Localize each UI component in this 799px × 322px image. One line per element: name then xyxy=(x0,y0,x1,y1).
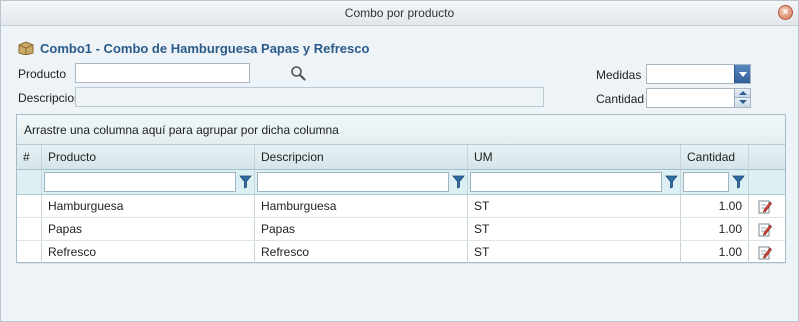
medidas-select[interactable] xyxy=(646,64,751,84)
filter-cantidad-input[interactable] xyxy=(683,172,729,192)
filter-icon[interactable] xyxy=(732,175,745,189)
row-num xyxy=(17,241,42,263)
row-descripcion: Hamburguesa xyxy=(255,195,468,217)
filter-cell-actions xyxy=(749,170,785,194)
cantidad-stepper[interactable] xyxy=(646,88,751,108)
filter-icon[interactable] xyxy=(665,175,678,189)
page-title: Combo1 - Combo de Hamburguesa Papas y Re… xyxy=(40,40,370,56)
producto-input[interactable] xyxy=(75,63,250,83)
filter-cell-num xyxy=(17,170,42,194)
row-cantidad: 1.00 xyxy=(681,218,749,240)
title-bar: Combo por producto × xyxy=(1,1,798,26)
filter-cell-um xyxy=(468,170,681,194)
row-producto: Hamburguesa xyxy=(42,195,255,217)
edit-icon[interactable] xyxy=(758,199,772,214)
filter-producto-input[interactable] xyxy=(44,172,236,192)
descripcion-label: Descripcion xyxy=(18,91,81,105)
package-icon xyxy=(18,41,34,55)
edit-icon[interactable] xyxy=(758,245,772,260)
grid-filter-row xyxy=(17,170,785,195)
column-header-cantidad[interactable]: Cantidad xyxy=(681,145,749,169)
row-descripcion: Papas xyxy=(255,218,468,240)
row-num xyxy=(17,195,42,217)
group-by-panel[interactable]: Arrastre una columna aquí para agrupar p… xyxy=(17,115,785,145)
cantidad-label: Cantidad xyxy=(596,92,645,106)
combo-dialog: Combo por producto × Combo1 - Combo de H… xyxy=(0,0,799,322)
spin-up-icon[interactable] xyxy=(734,89,750,98)
row-producto: Refresco xyxy=(42,241,255,263)
column-header-actions xyxy=(749,145,785,169)
column-header-num[interactable]: # xyxy=(17,145,42,169)
filter-cell-cantidad xyxy=(681,170,749,194)
filter-icon[interactable] xyxy=(452,175,465,189)
products-grid: Arrastre una columna aquí para agrupar p… xyxy=(16,114,786,264)
row-um: ST xyxy=(468,195,681,217)
column-header-producto[interactable]: Producto xyxy=(42,145,255,169)
row-actions xyxy=(749,241,785,263)
row-num xyxy=(17,218,42,240)
edit-icon[interactable] xyxy=(758,222,772,237)
row-cantidad: 1.00 xyxy=(681,241,749,263)
row-cantidad: 1.00 xyxy=(681,195,749,217)
table-row[interactable]: Papas Papas ST 1.00 xyxy=(17,218,785,241)
window-title: Combo por producto xyxy=(344,6,455,20)
column-header-um[interactable]: UM xyxy=(468,145,681,169)
filter-cell-producto xyxy=(42,170,255,194)
row-um: ST xyxy=(468,241,681,263)
search-icon[interactable] xyxy=(290,65,306,81)
row-descripcion: Refresco xyxy=(255,241,468,263)
filter-cell-descripcion xyxy=(255,170,468,194)
row-actions xyxy=(749,195,785,217)
grid-header-row: # Producto Descripcion UM Cantidad xyxy=(17,145,785,170)
descripcion-field xyxy=(75,87,544,107)
table-row[interactable]: Hamburguesa Hamburguesa ST 1.00 xyxy=(17,195,785,218)
medidas-label: Medidas xyxy=(596,68,642,82)
filter-descripcion-input[interactable] xyxy=(257,172,449,192)
row-actions xyxy=(749,218,785,240)
row-producto: Papas xyxy=(42,218,255,240)
close-icon[interactable]: × xyxy=(778,5,793,20)
column-header-descripcion[interactable]: Descripcion xyxy=(255,145,468,169)
row-um: ST xyxy=(468,218,681,240)
table-row[interactable]: Refresco Refresco ST 1.00 xyxy=(17,241,785,264)
combo-header: Combo1 - Combo de Hamburguesa Papas y Re… xyxy=(18,39,369,57)
filter-um-input[interactable] xyxy=(470,172,662,192)
producto-label: Producto xyxy=(18,67,67,81)
filter-icon[interactable] xyxy=(239,175,252,189)
spin-down-icon[interactable] xyxy=(734,98,750,107)
chevron-down-icon[interactable] xyxy=(734,65,750,83)
